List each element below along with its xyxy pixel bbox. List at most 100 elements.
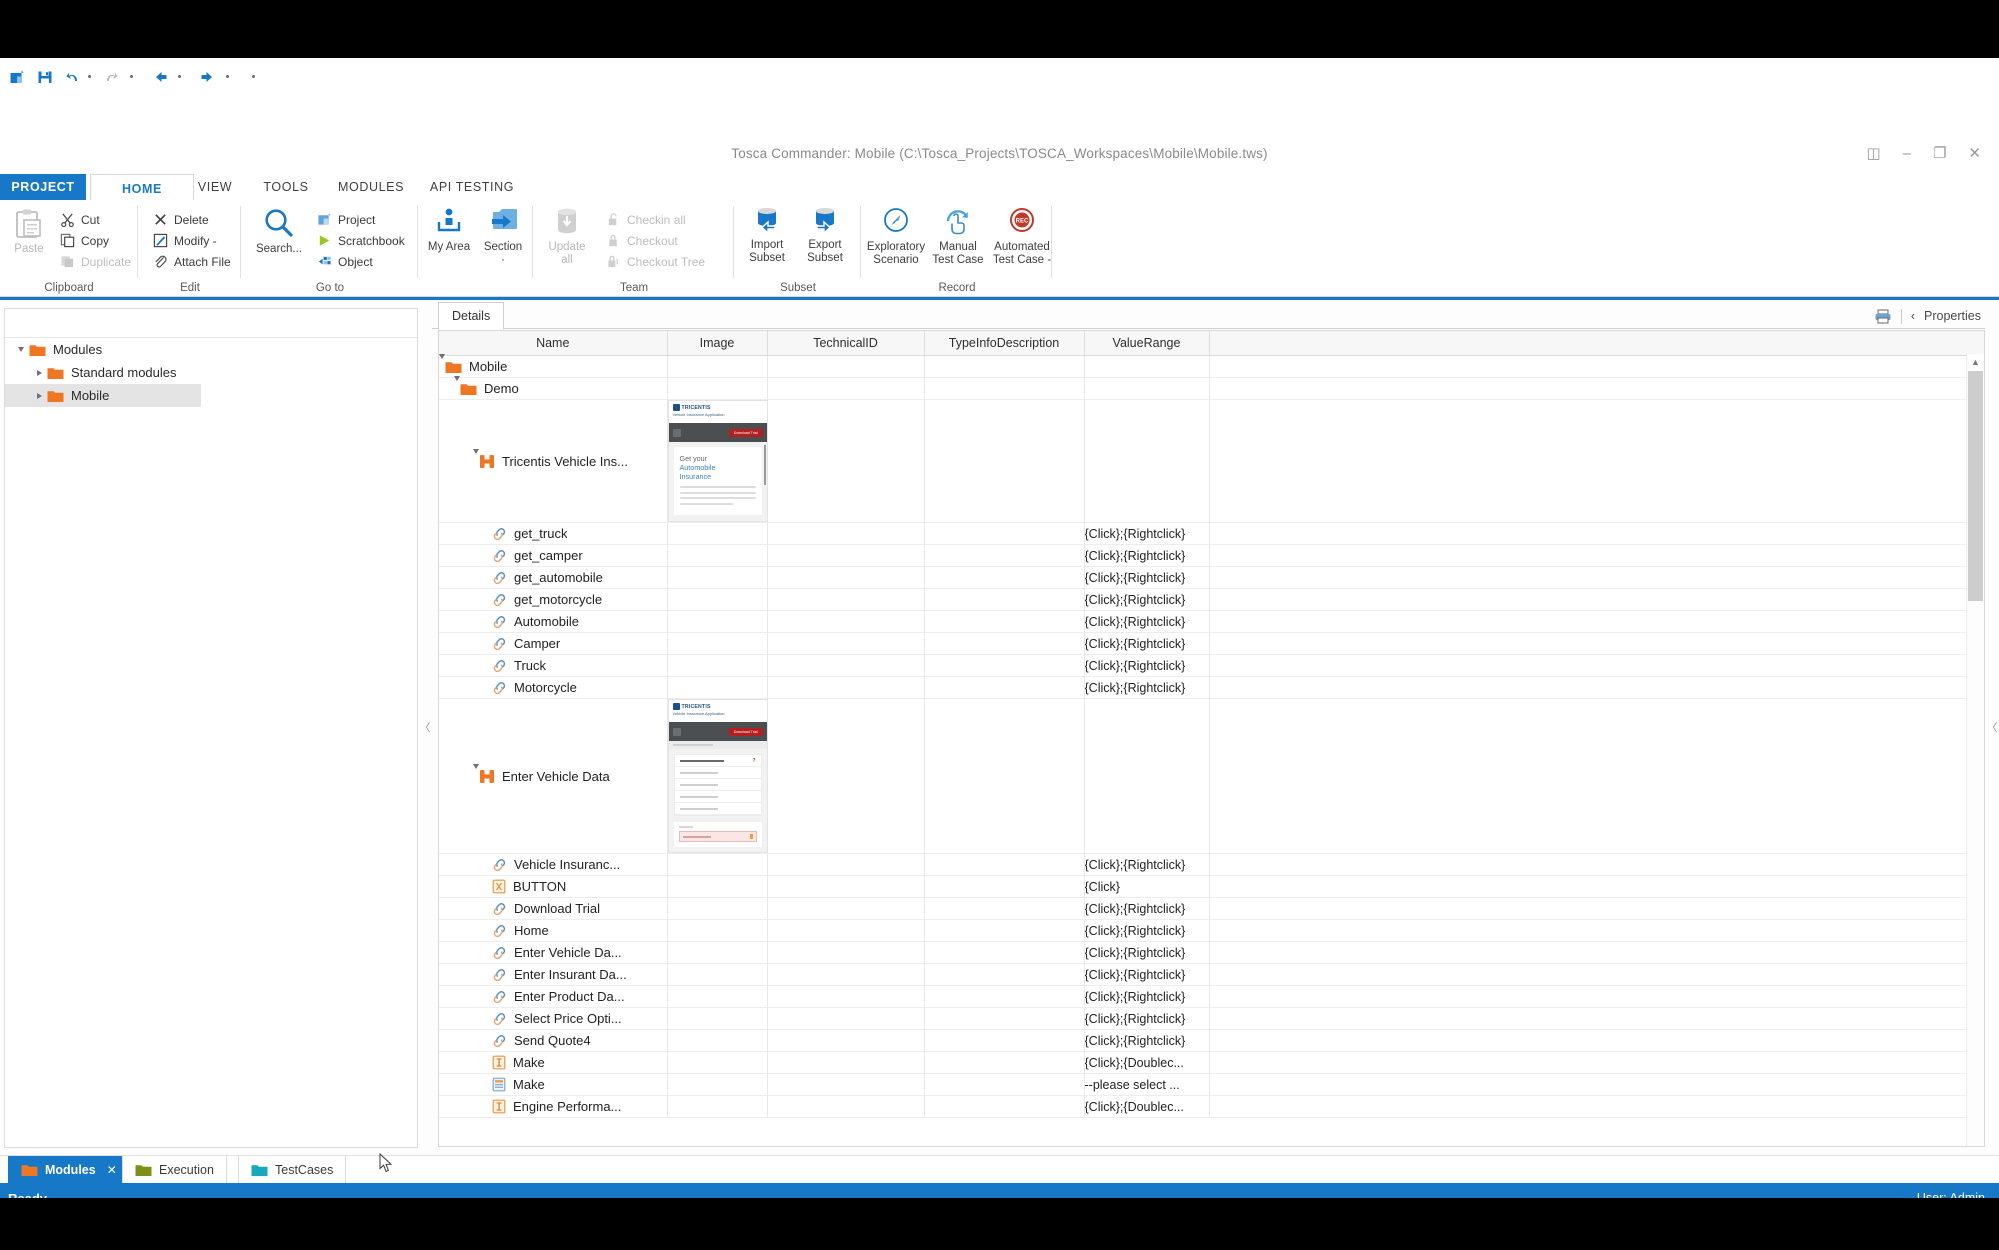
search-button[interactable]: Search... xyxy=(244,206,314,256)
cell-valuerange[interactable]: {Click};{Rightclick} xyxy=(1084,654,1210,678)
cell-typeinfodescription[interactable] xyxy=(924,853,1085,877)
table-row[interactable]: Mobile xyxy=(439,354,1984,378)
close-button[interactable]: ✕ xyxy=(1968,146,1981,161)
table-row[interactable]: BUTTON {Click} xyxy=(439,875,1984,899)
cell-image[interactable] xyxy=(667,897,768,921)
redo-icon[interactable] xyxy=(100,66,122,88)
cell-technicalid[interactable] xyxy=(767,698,925,855)
table-row[interactable]: Tricentis Vehicle Ins... TRICENTIS Vehicle… xyxy=(439,399,1984,524)
scroll-thumb[interactable] xyxy=(1968,371,1983,601)
table-row[interactable]: Enter Product Da... {Click};{Rightclick} xyxy=(439,985,1984,1009)
module-screenshot-home[interactable]: TRICENTIS Vehicle Insurance Application D… xyxy=(667,400,768,523)
cell-name[interactable]: Enter Vehicle Data xyxy=(439,698,668,855)
table-row[interactable]: Truck {Click};{Rightclick} xyxy=(439,654,1984,678)
cell-typeinfodescription[interactable] xyxy=(924,399,1085,524)
cell-typeinfodescription[interactable] xyxy=(924,1095,1085,1119)
tree-node-mobile[interactable]: Mobile xyxy=(5,384,201,407)
cell-image[interactable] xyxy=(667,377,768,400)
cell-name[interactable]: Tricentis Vehicle Ins... xyxy=(439,399,668,524)
cell-name[interactable]: Send Quote4 xyxy=(439,1029,668,1053)
cell-image[interactable] xyxy=(667,676,768,700)
cell-name[interactable]: Home xyxy=(439,919,668,943)
cell-valuerange[interactable] xyxy=(1084,355,1210,378)
cell-valuerange[interactable]: {Click};{Rightclick} xyxy=(1084,897,1210,921)
twisty-right-icon[interactable] xyxy=(31,392,47,399)
table-row[interactable]: Motorcycle {Click};{Rightclick} xyxy=(439,676,1984,700)
goto-object-button[interactable]: Object xyxy=(317,252,373,271)
section-button[interactable]: Section · xyxy=(475,206,531,266)
cell-typeinfodescription[interactable] xyxy=(924,588,1085,612)
table-row[interactable]: Enter Vehicle Da... {Click};{Rightclick} xyxy=(439,941,1984,965)
tree-search-row[interactable] xyxy=(5,309,417,338)
cell-technicalid[interactable] xyxy=(767,919,925,943)
cell-technicalid[interactable] xyxy=(767,654,925,678)
properties-collapse-icon[interactable]: ‹ xyxy=(1911,309,1915,323)
cell-name[interactable]: Camper xyxy=(439,632,668,656)
workspace-tab-execution[interactable]: Execution xyxy=(122,1156,227,1185)
cell-image[interactable] xyxy=(667,355,768,378)
workspace-tab-testcases[interactable]: TestCases xyxy=(238,1156,347,1185)
attach-file-button[interactable]: Attach File xyxy=(153,252,231,271)
scratchbook-button[interactable]: Scratchbook xyxy=(317,231,405,250)
cell-technicalid[interactable] xyxy=(767,522,925,546)
cell-typeinfodescription[interactable] xyxy=(924,875,1085,899)
cell-image[interactable] xyxy=(667,1095,768,1119)
cell-valuerange[interactable]: {Click};{Doublec... xyxy=(1084,1051,1210,1075)
cell-technicalid[interactable] xyxy=(767,676,925,700)
cell-name[interactable]: Engine Performa... xyxy=(439,1095,668,1119)
back-icon[interactable] xyxy=(150,66,172,88)
cell-typeinfodescription[interactable] xyxy=(924,1051,1085,1075)
cell-technicalid[interactable] xyxy=(767,1051,925,1075)
cell-technicalid[interactable] xyxy=(767,566,925,590)
cell-image[interactable] xyxy=(667,1029,768,1053)
table-row[interactable]: Send Quote4 {Click};{Rightclick} xyxy=(439,1029,1984,1053)
cell-name[interactable]: get_automobile xyxy=(439,566,668,590)
cell-name[interactable]: Enter Insurant Da... xyxy=(439,963,668,987)
cell-valuerange[interactable]: {Click};{Rightclick} xyxy=(1084,588,1210,612)
column-header-typeinfodescription[interactable]: TypeInfoDescription xyxy=(924,331,1085,356)
cell-technicalid[interactable] xyxy=(767,1007,925,1031)
cell-valuerange[interactable]: {Click};{Rightclick} xyxy=(1084,919,1210,943)
table-row[interactable]: Vehicle Insuranc... {Click};{Rightclick} xyxy=(439,853,1984,877)
cell-name[interactable]: Enter Product Da... xyxy=(439,985,668,1009)
cell-technicalid[interactable] xyxy=(767,588,925,612)
cell-technicalid[interactable] xyxy=(767,1095,925,1119)
cell-image[interactable] xyxy=(667,1051,768,1075)
cell-typeinfodescription[interactable] xyxy=(924,377,1085,400)
goto-project-button[interactable]: Project xyxy=(317,210,375,229)
export-subset-button[interactable]: Export Subset xyxy=(795,206,855,264)
delete-button[interactable]: Delete xyxy=(153,210,209,229)
cell-name[interactable]: Automobile xyxy=(439,610,668,634)
cell-technicalid[interactable] xyxy=(767,1029,925,1053)
cell-valuerange[interactable]: {Click};{Rightclick} xyxy=(1084,632,1210,656)
twisty-down-icon[interactable] xyxy=(13,347,29,352)
cell-typeinfodescription[interactable] xyxy=(924,632,1085,656)
cell-valuerange[interactable]: {Click};{Rightclick} xyxy=(1084,566,1210,590)
cell-name[interactable]: Make xyxy=(439,1073,668,1097)
new-icon[interactable] xyxy=(6,66,28,88)
save-icon[interactable] xyxy=(34,66,56,88)
column-header-valuerange[interactable]: ValueRange xyxy=(1084,331,1210,356)
cell-valuerange[interactable]: {Click};{Rightclick} xyxy=(1084,676,1210,700)
cell-valuerange[interactable]: {Click};{Doublec... xyxy=(1084,1095,1210,1119)
cell-technicalid[interactable] xyxy=(767,610,925,634)
cell-typeinfodescription[interactable] xyxy=(924,698,1085,855)
cell-technicalid[interactable] xyxy=(767,897,925,921)
cell-name[interactable]: Select Price Opti... xyxy=(439,1007,668,1031)
tab-api-testing[interactable]: API TESTING xyxy=(406,174,538,200)
cell-technicalid[interactable] xyxy=(767,985,925,1009)
close-icon[interactable]: ✕ xyxy=(107,1163,117,1177)
workspace-tab-modules[interactable]: Modules ✕ xyxy=(8,1156,130,1185)
undo-icon[interactable] xyxy=(62,66,84,88)
table-row[interactable]: get_camper {Click};{Rightclick} xyxy=(439,544,1984,568)
table-row[interactable]: get_automobile {Click};{Rightclick} xyxy=(439,566,1984,590)
table-row[interactable]: Make --please select ... xyxy=(439,1073,1984,1097)
cell-name[interactable]: Make xyxy=(439,1051,668,1075)
cell-valuerange[interactable] xyxy=(1084,698,1210,855)
scroll-up-arrow[interactable]: ▲ xyxy=(1967,354,1984,370)
cell-name[interactable]: get_camper xyxy=(439,544,668,568)
cell-typeinfodescription[interactable] xyxy=(924,355,1085,378)
table-row[interactable]: get_motorcycle {Click};{Rightclick} xyxy=(439,588,1984,612)
tab-details[interactable]: Details xyxy=(438,302,505,330)
table-row[interactable]: Engine Performa... {Click};{Doublec... xyxy=(439,1095,1984,1119)
